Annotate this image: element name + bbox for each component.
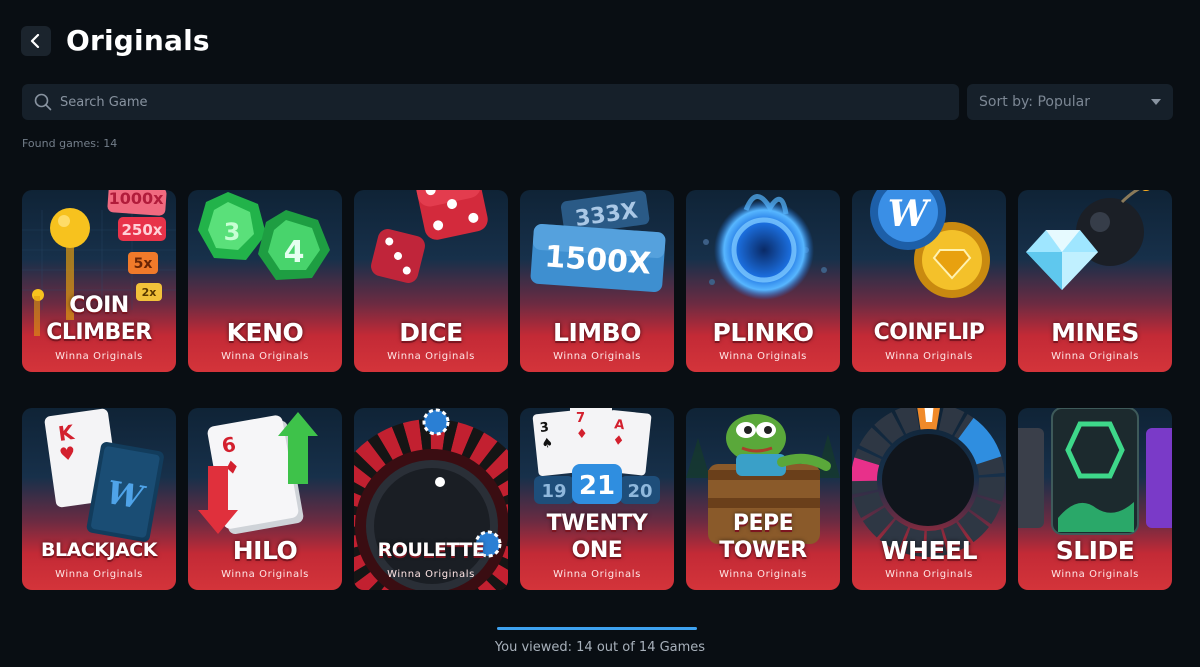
- multiplier-250x: 250x: [122, 221, 163, 239]
- game-card-pepe-tower[interactable]: PEPE TOWER Winna Originals: [686, 408, 840, 590]
- game-provider: Winna Originals: [885, 569, 973, 580]
- game-title: MINES: [1051, 318, 1139, 347]
- viewed-progress-bar: [497, 627, 697, 630]
- found-games-count: Found games: 14: [22, 137, 118, 150]
- svg-text:W: W: [888, 193, 932, 235]
- caret-down-icon: [1151, 99, 1161, 105]
- game-card-hilo[interactable]: 6 ♦ HILO Winna Originals: [188, 408, 342, 590]
- game-title: HILO: [232, 536, 298, 565]
- sort-label: Sort by: Popular: [979, 94, 1090, 110]
- back-button[interactable]: [21, 25, 51, 56]
- game-card-keno[interactable]: 3 4 KENO Winna Originals: [188, 190, 342, 372]
- search-icon: [34, 93, 52, 111]
- game-provider: Winna Originals: [553, 351, 641, 362]
- game-title: ROULETTE: [377, 539, 485, 561]
- page-header: Originals: [21, 24, 210, 57]
- game-title: BLACKJACK: [41, 539, 157, 561]
- game-provider: Winna Originals: [55, 569, 143, 580]
- game-provider: Winna Originals: [221, 351, 309, 362]
- game-card-coinflip[interactable]: W COINFLIP Winna Originals: [852, 190, 1006, 372]
- card-rank-7: 7: [576, 411, 585, 426]
- sort-dropdown[interactable]: Sort by: Popular: [967, 84, 1173, 120]
- game-title: WHEEL: [880, 536, 978, 565]
- viewed-count-text: You viewed: 14 out of 14 Games: [494, 640, 706, 655]
- chevron-left-icon: [30, 33, 40, 48]
- game-title: TWENTY ONE: [546, 511, 648, 563]
- game-provider: Winna Originals: [553, 569, 641, 580]
- score-20: 20: [627, 481, 652, 502]
- game-card-roulette[interactable]: ROULETTE Winna Originals: [354, 408, 508, 590]
- page-title: Originals: [66, 24, 210, 57]
- game-title: DICE: [399, 318, 463, 347]
- game-title: COIN CLIMBER: [46, 293, 152, 345]
- game-card-twenty-one[interactable]: 3 ♠ 7 ♦ A ♦ 19 20 21 TWENTY ONE Winna Or…: [520, 408, 674, 590]
- multiplier-1500x: 1500X: [543, 239, 652, 281]
- game-title: PLINKO: [712, 318, 814, 347]
- game-provider: Winna Originals: [1051, 569, 1139, 580]
- score-21: 21: [579, 471, 615, 501]
- score-19: 19: [541, 481, 566, 502]
- game-title: COINFLIP: [873, 320, 985, 345]
- search-bar[interactable]: [22, 84, 959, 120]
- game-card-slide[interactable]: SLIDE Winna Originals: [1018, 408, 1172, 590]
- game-card-mines[interactable]: MINES Winna Originals: [1018, 190, 1172, 372]
- game-card-coin-climber[interactable]: 1000x 250x 5x 2x COIN CLIMBER Winna Orig…: [22, 190, 176, 372]
- svg-text:♥: ♥: [58, 443, 77, 466]
- game-provider: Winna Originals: [885, 351, 973, 362]
- game-card-blackjack[interactable]: K ♥ W BLACKJACK Winna Originals: [22, 408, 176, 590]
- ball-number-3: 3: [224, 218, 241, 246]
- game-title: SLIDE: [1055, 536, 1135, 565]
- game-card-limbo[interactable]: 333X 1500X LIMBO Winna Originals: [520, 190, 674, 372]
- game-provider: Winna Originals: [55, 351, 143, 362]
- game-title: PEPE TOWER: [719, 511, 807, 563]
- game-provider: Winna Originals: [719, 351, 807, 362]
- game-provider: Winna Originals: [1051, 351, 1139, 362]
- games-grid: 1000x 250x 5x 2x COIN CLIMBER Winna Orig…: [22, 190, 1172, 590]
- viewed-progress-fill: [497, 627, 697, 630]
- ball-number-4: 4: [284, 235, 305, 270]
- multiplier-5x: 5x: [134, 256, 153, 272]
- card-rank-a: A: [614, 417, 626, 433]
- game-provider: Winna Originals: [719, 569, 807, 580]
- game-card-dice[interactable]: DICE Winna Originals: [354, 190, 508, 372]
- svg-text:♦: ♦: [612, 433, 625, 449]
- game-title: KENO: [226, 318, 304, 347]
- game-card-plinko[interactable]: PLINKO Winna Originals: [686, 190, 840, 372]
- svg-text:♦: ♦: [576, 427, 588, 442]
- game-provider: Winna Originals: [221, 569, 309, 580]
- game-provider: Winna Originals: [387, 569, 475, 580]
- game-card-wheel[interactable]: WHEEL Winna Originals: [852, 408, 1006, 590]
- game-provider: Winna Originals: [387, 351, 475, 362]
- game-title: LIMBO: [553, 318, 641, 347]
- svg-text:♠: ♠: [541, 436, 554, 452]
- search-input[interactable]: [60, 94, 920, 110]
- multiplier-1000x: 1000x: [109, 190, 165, 208]
- card-rank-3: 3: [539, 420, 550, 436]
